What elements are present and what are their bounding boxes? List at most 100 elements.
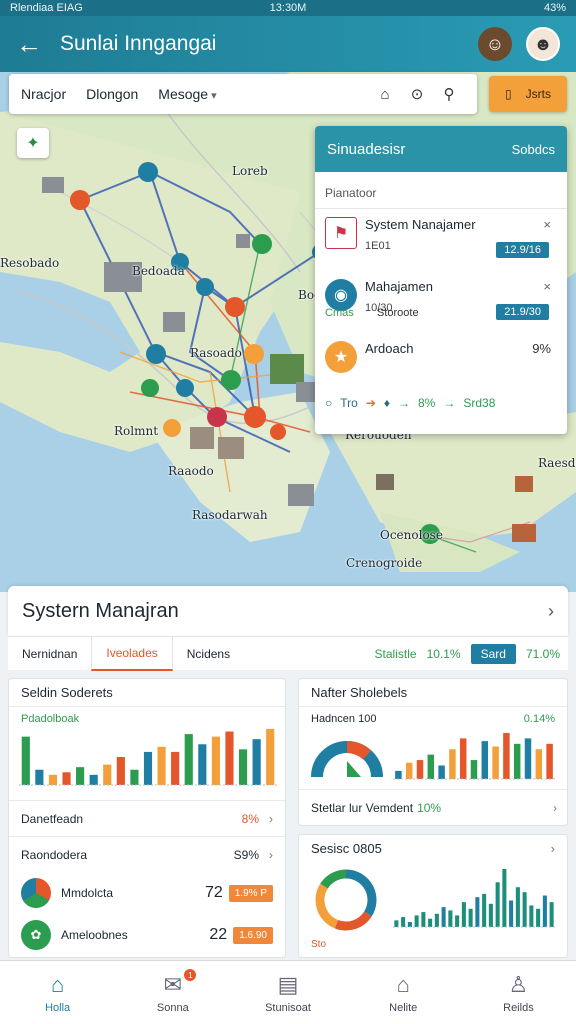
bar [428, 918, 433, 927]
list-item[interactable]: Mmdolcta 72 1.9% P [9, 872, 285, 914]
nav-inbox[interactable]: ✉ 1 Sonna [115, 961, 230, 1024]
home-icon: ⌂ [50, 971, 65, 997]
panel-item-note: Storoote [377, 307, 419, 319]
bar [116, 757, 125, 785]
map-label: Ocenolose [380, 528, 443, 542]
bar [448, 910, 453, 927]
bar [130, 769, 139, 785]
nav-buildings[interactable]: ⌂ Nelite [346, 961, 461, 1024]
chevron-right-icon[interactable]: › [553, 801, 557, 815]
bar-chart-3 [393, 869, 555, 928]
stat-pct: 10.1% [426, 646, 461, 661]
nav-profile[interactable]: ♙ Reilds [461, 961, 576, 1024]
bar [21, 736, 30, 785]
close-icon[interactable]: × [543, 279, 551, 294]
bar [503, 733, 510, 779]
bar [529, 905, 534, 927]
panel-item[interactable]: ⚑ System Nanajamer 1E01 × 12.9/16 [315, 209, 567, 271]
stat-label: Stalistle [374, 646, 417, 661]
status-bar: Rlendiaa EIAG 13:30M 43% [0, 0, 576, 16]
back-arrow-icon[interactable]: ← [16, 29, 46, 60]
panel-label: Pianatoor [315, 172, 567, 209]
bar [421, 912, 426, 927]
card-row[interactable]: Danetfeadn 8% › [9, 800, 285, 836]
bar [475, 897, 480, 927]
drop-icon[interactable]: ♦ [384, 396, 390, 410]
bottom-sheet: Systern Manajran › Nernidnan Iveolades N… [8, 586, 568, 964]
toolbar-tab-1[interactable]: Nracjor [21, 86, 66, 102]
card-title: Sesisc 0805 [311, 841, 382, 856]
map-label: Raaodo [168, 464, 214, 478]
jobs-button-label: Jsrts [525, 87, 551, 101]
panel-item-pct: 9% [532, 341, 551, 356]
bar [225, 731, 234, 785]
status-battery: 43% [543, 2, 566, 14]
chevron-right-icon[interactable]: › [269, 848, 273, 862]
panel-item[interactable]: ★ Ardoach 9% [315, 333, 567, 385]
nav-documents[interactable]: ▤ Stunisoat [230, 961, 345, 1024]
gauge-chart [311, 741, 383, 778]
tab-2[interactable]: Iveolades [91, 636, 173, 671]
panel-item-name: Ardoach [365, 341, 414, 356]
panel-subtitle[interactable]: Sobdcs [512, 142, 555, 157]
avatar-character[interactable]: ☺ [478, 27, 512, 61]
bar [238, 749, 248, 785]
chevron-right-icon[interactable]: › [551, 841, 555, 857]
panel-item[interactable]: ◉ Mahajamen 10/30 Cmas Storoote × 21.9/3… [315, 271, 567, 333]
chevron-right-icon[interactable]: › [269, 812, 273, 826]
bar [495, 882, 500, 927]
arrow-icon[interactable]: ➔ [366, 396, 376, 410]
circle-icon[interactable]: ○ [325, 396, 332, 410]
donut-slice [334, 911, 372, 931]
card-row[interactable]: Raondodera S9% › [9, 836, 285, 872]
toolbar-tab-2[interactable]: Dlongon [86, 86, 138, 102]
card-row[interactable]: Stetlar lur Vemdent 10% › [299, 789, 567, 825]
panel-row-label: Tro [340, 396, 358, 410]
list-item[interactable]: ✿ Ameloobnes 22 1.6.90 [9, 914, 285, 956]
card-sub: Pdadolboak [9, 707, 285, 725]
bar-chart-1 [19, 729, 277, 786]
card-sub-label: Pdadolboak [21, 713, 80, 725]
bottom-nav: ⌂ Holla ✉ 1 Sonna ▤ Stunisoat ⌂ Nelite ♙… [0, 960, 576, 1024]
nav-label: Reilds [503, 1001, 534, 1014]
compass-icon[interactable]: ⊙ [401, 85, 433, 103]
bar [89, 774, 98, 785]
pin-icon[interactable]: ⚲ [433, 85, 465, 103]
document-icon: ▤ [277, 971, 299, 997]
bar [416, 760, 424, 779]
list-label: Ameloobnes [61, 928, 128, 942]
jobs-button[interactable]: ▯ Jsrts [489, 76, 567, 112]
stats-card-left: Seldin Soderets Pdadolboak Danetfeadn 8%… [8, 678, 286, 958]
avatar-user[interactable]: ☻ [526, 27, 560, 61]
bar [482, 893, 487, 927]
card-title: Seldin Soderets [9, 679, 285, 707]
list-label: Mmdolcta [61, 886, 114, 900]
nav-label: Sonna [156, 1001, 189, 1014]
nav-home[interactable]: ⌂ Holla [0, 961, 115, 1024]
panel-title: Sinuadesisr [327, 140, 406, 158]
arrow-right-icon[interactable]: → [398, 396, 410, 410]
bar [171, 751, 180, 785]
shape-icon[interactable]: ⌂ [369, 86, 401, 103]
tab-1[interactable]: Nernidnan [8, 637, 91, 671]
bar [509, 900, 514, 927]
layers-icon[interactable]: ✦ [17, 128, 49, 158]
bar [492, 746, 499, 779]
star-icon: ★ [325, 341, 357, 373]
arrow-right-icon[interactable]: → [443, 396, 455, 410]
donut-slice [315, 883, 339, 929]
donut-slice [320, 869, 347, 889]
bar [488, 903, 493, 927]
tab-3[interactable]: Ncidens [173, 637, 244, 671]
stat-badge[interactable]: Sard [470, 643, 516, 664]
toolbar-dropdown[interactable]: Mesoge [158, 86, 216, 102]
app-header: ← Sunlai Inngangai ☺ ☻ [0, 16, 576, 72]
bar [546, 743, 553, 779]
row-value: S9% [233, 847, 259, 862]
panel-header: Sinuadesisr Sobdcs [315, 126, 567, 172]
close-icon[interactable]: × [543, 217, 551, 232]
sheet-header[interactable]: Systern Manajran › [8, 586, 568, 636]
map-label: Rasodarwah [192, 508, 268, 522]
bar [35, 769, 44, 785]
chevron-right-icon[interactable]: › [548, 601, 554, 622]
